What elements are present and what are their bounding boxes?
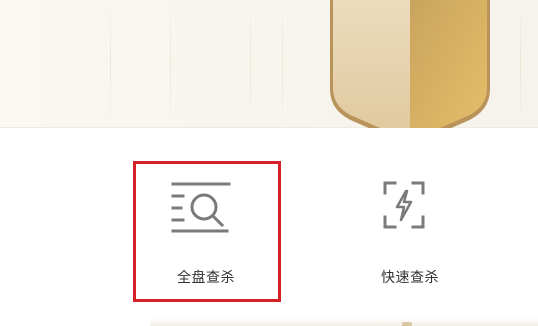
antivirus-home: 全盘查杀 快速查杀 <box>0 0 538 326</box>
hero-stripe <box>520 0 521 127</box>
quick-scan-icon <box>373 179 437 233</box>
quick-scan-button[interactable]: 快速查杀 <box>337 161 483 299</box>
hero-stripe <box>170 0 171 127</box>
full-scan-icon <box>169 179 233 233</box>
full-scan-label: 全盘查杀 <box>177 270 235 286</box>
quick-scan-label: 快速查杀 <box>381 270 439 286</box>
bottom-indicator <box>402 322 412 326</box>
hero-stripe <box>110 0 111 127</box>
bottom-edge <box>150 318 538 326</box>
hero-stripe <box>282 0 283 127</box>
full-scan-button[interactable]: 全盘查杀 <box>133 161 279 299</box>
hero-stripe <box>250 0 251 127</box>
